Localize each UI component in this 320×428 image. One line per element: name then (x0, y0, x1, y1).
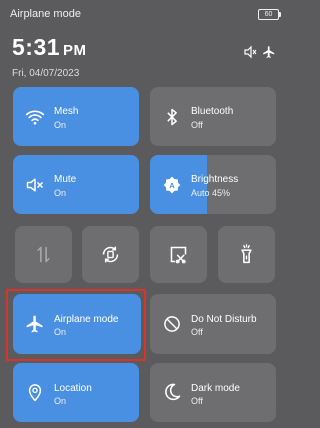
tile-mesh-label: Mesh (54, 106, 79, 117)
dark-mode-icon (165, 383, 181, 401)
tile-auto-rotate[interactable] (82, 226, 139, 283)
mute-icon (26, 178, 43, 192)
tile-flashlight[interactable] (218, 226, 275, 283)
auto-rotate-icon (102, 246, 119, 263)
tile-dark-mode-label: Dark mode (191, 383, 240, 394)
airplane-small-icon (263, 46, 275, 58)
tile-bluetooth-state: Off (191, 120, 203, 130)
tile-mute-state: On (54, 188, 67, 198)
tile-do-not-disturb[interactable]: Do Not Disturb Off (150, 294, 276, 354)
location-icon (28, 384, 42, 402)
svg-text:A: A (169, 181, 175, 190)
status-bar-title: Airplane mode (10, 8, 81, 20)
tile-bluetooth[interactable]: Bluetooth Off (150, 87, 276, 146)
selection-highlight (6, 289, 146, 361)
clock-hours: 5:31 (12, 34, 61, 60)
tile-mesh-state: On (54, 120, 67, 130)
status-icons (243, 45, 279, 59)
tile-dark-mode[interactable]: Dark mode Off (150, 363, 276, 422)
tile-dark-mode-state: Off (191, 396, 203, 406)
battery-icon: 60 (258, 9, 281, 20)
tile-mute-label: Mute (54, 174, 77, 185)
clock-date: Fri, 04/07/2023 (12, 68, 80, 79)
tile-location[interactable]: Location On (13, 363, 139, 422)
tile-do-not-disturb-state: Off (191, 327, 203, 337)
tile-location-state: On (54, 396, 67, 406)
volume-muted-icon (244, 45, 257, 59)
tile-brightness[interactable]: A Brightness Auto 45% (150, 155, 276, 214)
tile-mesh[interactable]: Mesh On (13, 87, 139, 146)
tile-brightness-label: Brightness (191, 174, 239, 185)
tile-brightness-state: Auto 45% (191, 188, 231, 198)
brightness-icon: A (163, 176, 181, 194)
screenshot-icon (170, 246, 187, 264)
tile-mute[interactable]: Mute On (13, 155, 139, 214)
tile-bluetooth-label: Bluetooth (191, 106, 234, 117)
tile-data-transfer[interactable] (15, 226, 72, 283)
tile-do-not-disturb-label: Do Not Disturb (191, 314, 257, 325)
flashlight-icon (241, 244, 252, 264)
data-transfer-icon (37, 246, 50, 263)
bluetooth-icon (167, 108, 177, 126)
clock-ampm: PM (63, 42, 87, 59)
wifi-icon (25, 110, 45, 125)
do-not-disturb-icon (164, 316, 180, 332)
tile-screenshot[interactable] (150, 226, 207, 283)
tile-location-label: Location (54, 383, 92, 394)
clock-time: 5:31 PM (12, 34, 87, 61)
